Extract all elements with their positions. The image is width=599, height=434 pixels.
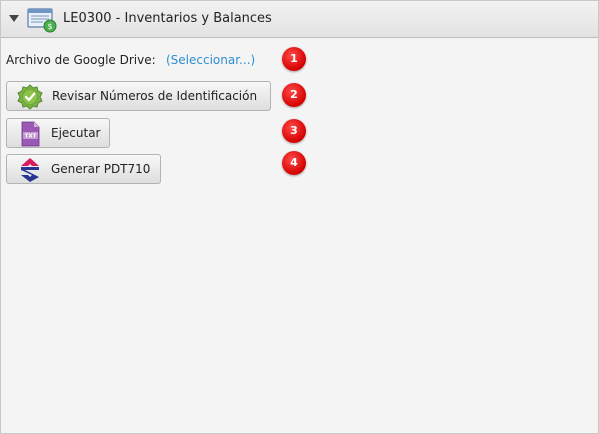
step-badge-4: 4 <box>282 151 306 175</box>
ledger-icon: $ <box>27 8 57 33</box>
select-drive-file-link[interactable]: (Seleccionar...) <box>166 53 255 67</box>
panel-header[interactable]: $ LE0300 - Inventarios y Balances <box>1 1 598 38</box>
review-id-numbers-label: Revisar Números de Identificación <box>52 89 258 103</box>
execute-button[interactable]: TXT Ejecutar <box>6 118 110 148</box>
collapse-arrow-icon[interactable] <box>9 15 19 22</box>
drive-file-label: Archivo de Google Drive: <box>6 53 156 67</box>
sunat-logo-icon <box>21 158 39 182</box>
generate-pdt710-button[interactable]: Generar PDT710 <box>6 154 161 184</box>
execute-label: Ejecutar <box>51 126 101 140</box>
txt-file-icon: TXT <box>21 121 40 147</box>
check-badge-icon <box>17 84 43 110</box>
step-badge-3: 3 <box>282 119 306 143</box>
panel-title: LE0300 - Inventarios y Balances <box>63 11 272 26</box>
step-badge-1: 1 <box>282 47 306 71</box>
generate-pdt710-label: Generar PDT710 <box>51 162 151 176</box>
review-id-numbers-button[interactable]: Revisar Números de Identificación <box>6 81 271 111</box>
svg-text:TXT: TXT <box>25 134 37 140</box>
panel: $ LE0300 - Inventarios y Balances Archiv… <box>0 0 599 434</box>
svg-text:$: $ <box>47 22 52 31</box>
step-badge-2: 2 <box>282 83 306 107</box>
